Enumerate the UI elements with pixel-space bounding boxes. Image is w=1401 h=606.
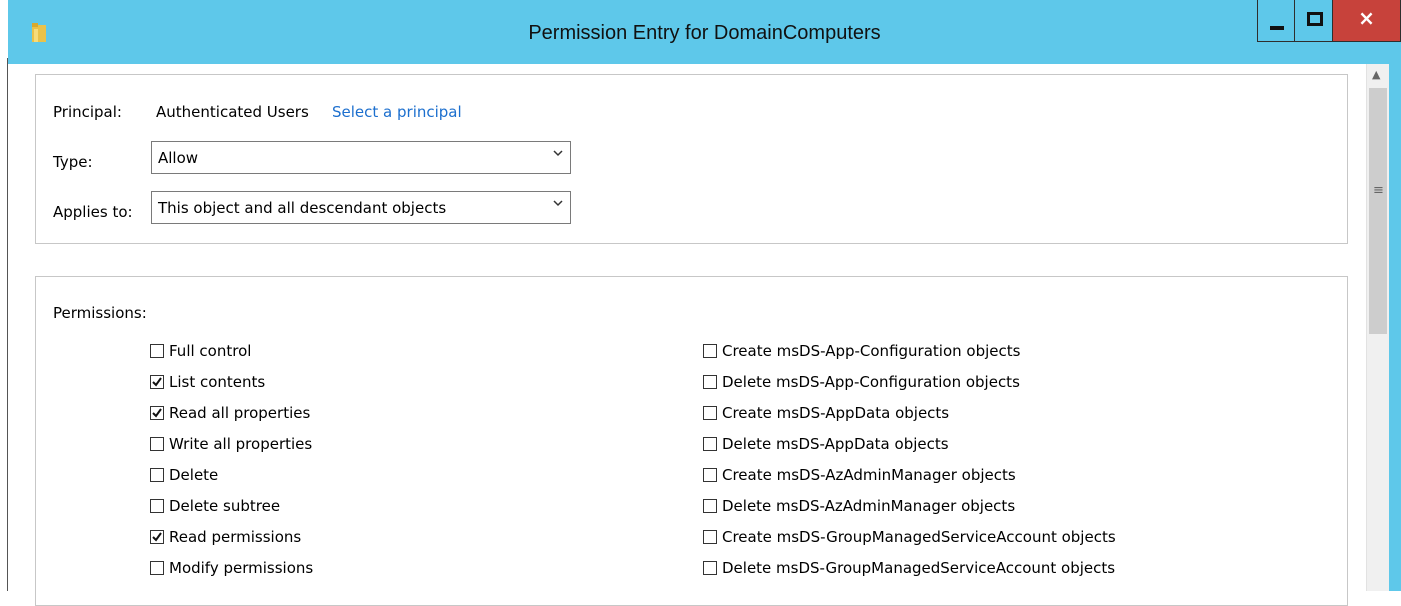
permission-label: Delete xyxy=(169,466,219,484)
applies-to-select[interactable]: This object and all descendant objects xyxy=(151,191,571,224)
permission-label: Full control xyxy=(169,342,252,360)
permission-row[interactable]: Write all properties xyxy=(150,433,312,455)
maximize-icon xyxy=(1307,12,1323,26)
applies-to-select-value: This object and all descendant objects xyxy=(158,199,447,217)
close-icon: × xyxy=(1358,6,1375,30)
permissions-group: Permissions: Full control List contents Re… xyxy=(35,276,1348,606)
principal-value: Authenticated Users xyxy=(156,103,309,121)
permission-row[interactable]: List contents xyxy=(150,371,265,393)
window-left-edge xyxy=(0,0,3,591)
permission-checkbox[interactable] xyxy=(150,561,164,575)
permission-row[interactable]: Modify permissions xyxy=(150,557,313,579)
permission-label: Write all properties xyxy=(169,435,313,453)
permission-checkbox[interactable] xyxy=(150,406,164,420)
permission-checkbox[interactable] xyxy=(703,344,717,358)
scroll-grip-icon: ≡ xyxy=(1373,183,1384,198)
chevron-down-icon xyxy=(553,150,563,157)
permission-row[interactable]: Full control xyxy=(150,340,251,362)
select-principal-link[interactable]: Select a principal xyxy=(332,103,462,121)
permission-checkbox[interactable] xyxy=(703,406,717,420)
chevron-down-icon xyxy=(553,200,563,207)
permission-checkbox[interactable] xyxy=(703,499,717,513)
permission-checkbox[interactable] xyxy=(150,344,164,358)
checkmark-icon xyxy=(152,377,162,387)
permission-label: Create msDS-GroupManagedServiceAccount o… xyxy=(722,528,1116,546)
close-button[interactable]: × xyxy=(1333,0,1401,42)
permission-row[interactable]: Delete subtree xyxy=(150,495,280,517)
window-title: Permission Entry for DomainComputers xyxy=(528,22,881,44)
permission-label: Read permissions xyxy=(169,528,302,546)
permission-row[interactable]: Read all properties xyxy=(150,402,310,424)
permission-checkbox[interactable] xyxy=(703,530,717,544)
window-left-border xyxy=(7,58,8,591)
permission-label: Delete msDS-AppData objects xyxy=(722,435,949,453)
permission-label: Delete msDS-AzAdminManager objects xyxy=(722,497,1016,515)
permission-row[interactable]: Create msDS-App-Configuration objects xyxy=(703,340,1020,362)
type-select[interactable]: Allow xyxy=(151,141,571,174)
permission-row[interactable]: Delete msDS-AzAdminManager objects xyxy=(703,495,1015,517)
principal-label: Principal: xyxy=(53,103,122,121)
permission-checkbox[interactable] xyxy=(703,561,717,575)
checkmark-icon xyxy=(152,532,162,542)
permission-checkbox[interactable] xyxy=(150,530,164,544)
scroll-up-icon[interactable]: ▲ xyxy=(1372,68,1380,81)
permission-row[interactable]: Delete msDS-GroupManagedServiceAccount o… xyxy=(703,557,1115,579)
permission-label: Create msDS-AzAdminManager objects xyxy=(722,466,1016,484)
permission-row[interactable]: Delete msDS-App-Configuration objects xyxy=(703,371,1020,393)
permission-checkbox[interactable] xyxy=(150,499,164,513)
permission-label: Delete subtree xyxy=(169,497,281,515)
permission-checkbox[interactable] xyxy=(703,468,717,482)
permission-label: Modify permissions xyxy=(169,559,314,577)
permission-checkbox[interactable] xyxy=(150,468,164,482)
permission-row[interactable]: Read permissions xyxy=(150,526,301,548)
permission-row[interactable]: Create msDS-GroupManagedServiceAccount o… xyxy=(703,526,1116,548)
type-label: Type: xyxy=(53,153,93,171)
window-right-border xyxy=(1389,64,1401,591)
title-bar[interactable]: Permission Entry for DomainComputers × xyxy=(8,0,1401,64)
permission-row[interactable]: Delete xyxy=(150,464,218,486)
permission-label: Create msDS-AppData objects xyxy=(722,404,950,422)
permission-checkbox[interactable] xyxy=(703,375,717,389)
permission-row[interactable]: Create msDS-AppData objects xyxy=(703,402,949,424)
permission-label: Read all properties xyxy=(169,404,311,422)
maximize-button[interactable] xyxy=(1295,0,1333,42)
permission-row[interactable]: Delete msDS-AppData objects xyxy=(703,433,949,455)
permission-checkbox[interactable] xyxy=(150,375,164,389)
permission-row[interactable]: Create msDS-AzAdminManager objects xyxy=(703,464,1016,486)
permission-label: Delete msDS-GroupManagedServiceAccount o… xyxy=(722,559,1116,577)
vertical-scrollbar[interactable]: ▲ ≡ xyxy=(1366,64,1389,591)
minimize-icon xyxy=(1270,26,1284,30)
permissions-label: Permissions: xyxy=(53,304,147,322)
permission-label: List contents xyxy=(169,373,266,391)
permission-label: Delete msDS-App-Configuration objects xyxy=(722,373,1020,391)
type-select-value: Allow xyxy=(158,149,199,167)
permission-label: Create msDS-App-Configuration objects xyxy=(722,342,1021,360)
permission-checkbox[interactable] xyxy=(150,437,164,451)
minimize-button[interactable] xyxy=(1257,0,1295,42)
principal-group: Principal: Authenticated Users Select a … xyxy=(35,74,1348,244)
permission-checkbox[interactable] xyxy=(703,437,717,451)
applies-to-label: Applies to: xyxy=(53,203,133,221)
scroll-thumb[interactable]: ≡ xyxy=(1369,88,1387,334)
checkmark-icon xyxy=(152,408,162,418)
